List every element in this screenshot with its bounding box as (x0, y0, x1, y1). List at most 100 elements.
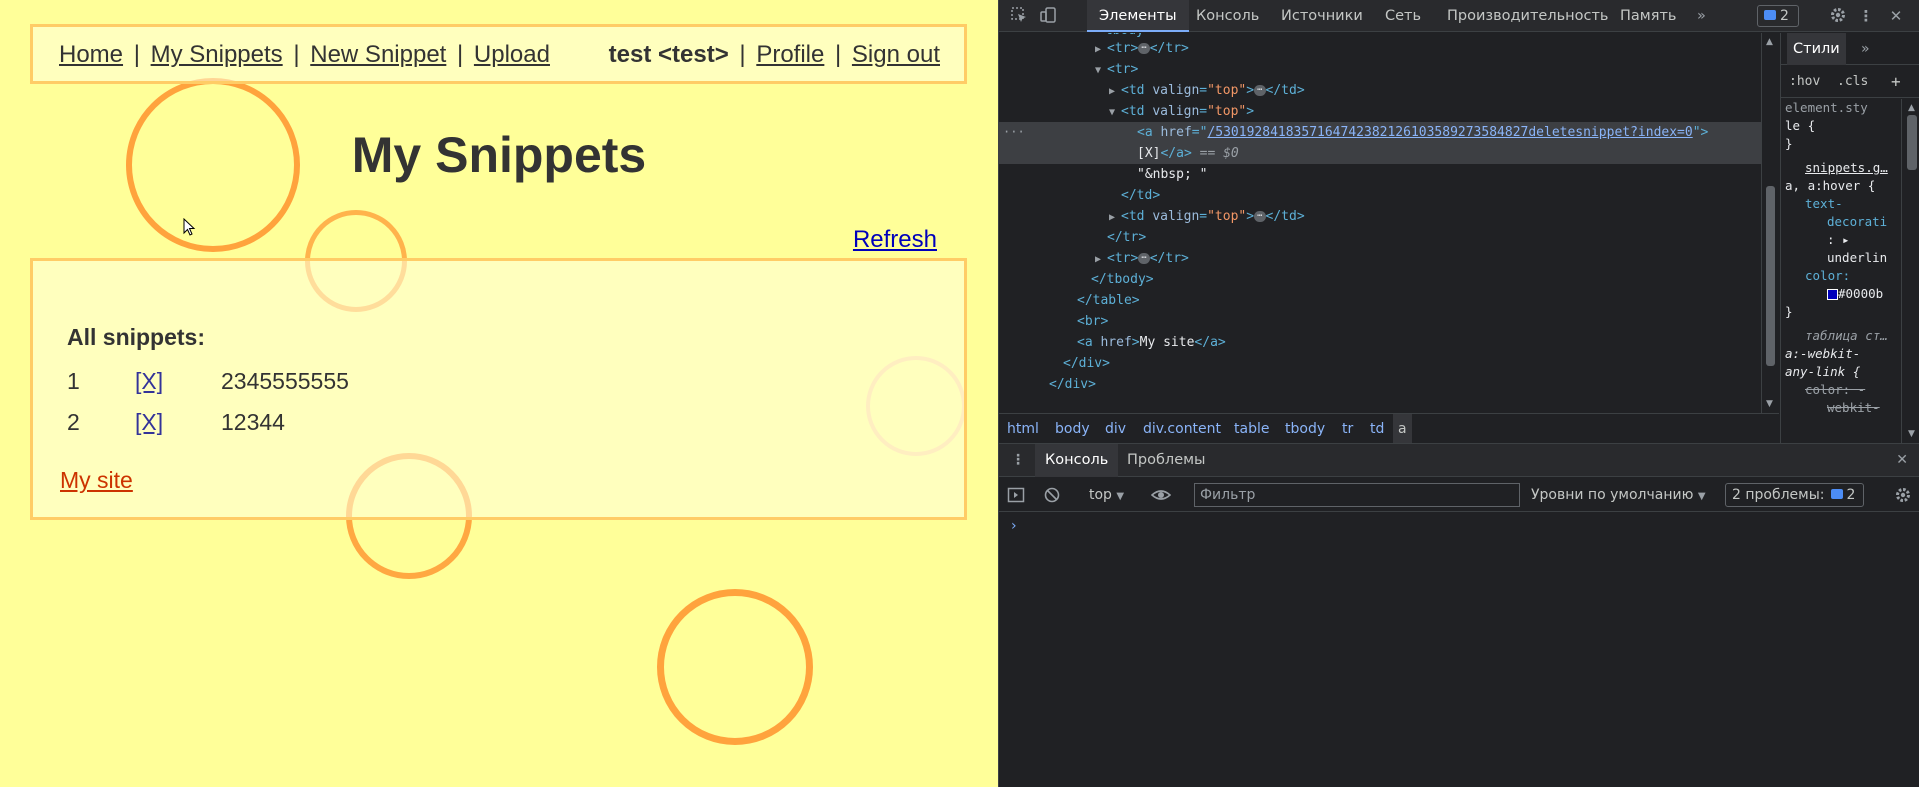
snippet-text: 2345555555 (221, 368, 349, 394)
drawer-menu-icon[interactable]: ⋮ (1011, 444, 1025, 477)
tab-memory[interactable]: Память (1608, 0, 1688, 32)
nav-sign-out-link[interactable]: Sign out (852, 41, 940, 68)
tab-styles[interactable]: Стили (1787, 33, 1846, 65)
collapse-triangle-icon[interactable]: ▼ (1109, 102, 1121, 123)
tab-sources[interactable]: Источники (1269, 0, 1375, 32)
scroll-up-icon[interactable]: ▲ (1908, 103, 1915, 113)
my-site-link[interactable]: My site (60, 467, 133, 494)
nav-upload-link[interactable]: Upload (474, 41, 550, 68)
more-panes-button[interactable]: » (1861, 33, 1870, 65)
nav-profile-link[interactable]: Profile (756, 41, 824, 68)
context-selector[interactable]: top ▼ (1089, 478, 1124, 514)
breadcrumb-item[interactable]: td (1370, 414, 1384, 444)
dropdown-arrow-icon: ▼ (1116, 491, 1125, 502)
dom-node[interactable]: </div> (999, 374, 1761, 395)
scroll-up-icon[interactable]: ▲ (1766, 37, 1773, 47)
close-drawer-icon[interactable]: ✕ (1896, 444, 1908, 477)
dom-tree: <tbody> ▶<tr>⋯</tr> ▼<tr> ▶<td valign="t… (999, 33, 1761, 413)
table-row: 1 [X] 2345555555 (67, 361, 349, 402)
add-rule-button[interactable]: + (1891, 66, 1901, 98)
console-settings-gear-icon[interactable] (1894, 486, 1912, 508)
refresh-link[interactable]: Refresh (853, 226, 937, 254)
expand-triangle-icon[interactable]: ▶ (1109, 81, 1121, 102)
styles-rules: element.sty le { } snippets.g… a, a:hove… (1785, 99, 1901, 417)
nav-separator: | (133, 41, 140, 68)
href-link[interactable]: /530192841835716474238212610358927358482… (1207, 125, 1692, 140)
close-devtools-icon[interactable]: ✕ (1886, 6, 1906, 26)
nav-home-link[interactable]: Home (59, 41, 123, 68)
tab-console[interactable]: Консоль (1184, 0, 1271, 32)
styles-toolbar: :hov .cls + (1781, 66, 1919, 98)
dom-text-node[interactable]: "&nbsp; " (999, 164, 1761, 185)
expand-triangle-icon[interactable]: ▶ (1095, 39, 1107, 60)
color-swatch[interactable] (1827, 289, 1838, 300)
dom-node[interactable]: ▶ <tr> ⋯ </tr> (999, 38, 1761, 59)
dom-node[interactable]: </tr> (999, 227, 1761, 248)
clear-console-icon[interactable] (1043, 486, 1061, 508)
hover-state-toggle[interactable]: :hov (1789, 66, 1820, 98)
tab-elements[interactable]: Элементы (1087, 0, 1189, 32)
devtools-panel: Элементы Консоль Источники Сеть Производ… (998, 0, 1919, 787)
dom-node[interactable]: </td> (999, 185, 1761, 206)
current-user-label: test <test> (608, 41, 729, 68)
breadcrumb-item[interactable]: table (1234, 414, 1269, 444)
dom-tree-scrollbar[interactable]: ▲ ▼ (1761, 33, 1779, 413)
page-title: My Snippets (351, 127, 647, 183)
mouse-cursor-icon (183, 218, 196, 236)
dom-node[interactable]: ▼ <tr> (999, 59, 1761, 80)
device-toolbar-icon[interactable] (1039, 6, 1059, 26)
dom-node[interactable]: ▶ <td valign="top"> ⋯ </td> (999, 80, 1761, 101)
tab-network[interactable]: Сеть (1373, 0, 1433, 32)
dom-node[interactable]: </tbody> (999, 269, 1761, 290)
breadcrumb-item[interactable]: tr (1342, 414, 1353, 444)
tab-problems[interactable]: Проблемы (1117, 444, 1216, 477)
dom-node[interactable]: </div> (999, 353, 1761, 374)
scrollbar-thumb[interactable] (1907, 115, 1917, 170)
scroll-down-icon[interactable]: ▼ (1766, 399, 1773, 409)
nav-new-snippet-link[interactable]: New Snippet (310, 41, 446, 68)
log-levels-dropdown[interactable]: Уровни по умолчанию ▼ (1531, 478, 1706, 514)
console-filter-input[interactable]: Фильтр (1194, 483, 1520, 507)
eye-icon[interactable] (1150, 486, 1172, 508)
scroll-down-icon[interactable]: ▼ (1908, 429, 1915, 439)
nav-my-snippets-link[interactable]: My Snippets (151, 41, 283, 68)
dom-node[interactable]: </table> (999, 290, 1761, 311)
nav-separator: | (835, 41, 842, 68)
issues-badge[interactable]: 2 (1757, 5, 1799, 27)
dom-node[interactable]: ▶ <td valign="top"> ⋯ </td> (999, 206, 1761, 227)
more-actions-icon[interactable]: ··· (1003, 122, 1025, 143)
delete-snippet-link[interactable]: [X] (135, 409, 163, 435)
styles-scrollbar[interactable]: ▲ ▼ (1901, 99, 1919, 443)
issues-counter-button[interactable]: 2 проблемы: 2 (1725, 483, 1865, 507)
dom-node[interactable]: <br> (999, 311, 1761, 332)
snippet-text: 12344 (221, 409, 285, 435)
class-toggle[interactable]: .cls (1837, 66, 1868, 98)
expand-triangle-icon[interactable]: ▶ (1095, 249, 1107, 270)
breadcrumb-item[interactable]: html (1007, 414, 1039, 444)
scrollbar-thumb[interactable] (1766, 186, 1775, 366)
sidebar-toggle-icon[interactable] (1007, 486, 1025, 508)
snippet-index: 2 (67, 409, 80, 435)
breadcrumb-item-active[interactable]: a (1393, 414, 1412, 444)
collapse-triangle-icon[interactable]: ▼ (1095, 60, 1107, 81)
all-snippets-heading: All snippets: (67, 324, 206, 350)
dom-node-selected[interactable]: ··· <a href="/53019284183571647423821261… (999, 122, 1761, 164)
kebab-menu-icon[interactable]: ⋮ (1856, 6, 1876, 26)
tab-drawer-console[interactable]: Консоль (1035, 444, 1119, 477)
inspect-element-icon[interactable] (1009, 6, 1029, 26)
breadcrumb-item[interactable]: tbody (1285, 414, 1325, 444)
style-source-link[interactable]: snippets.g… (1785, 159, 1901, 177)
delete-snippet-link[interactable]: [X] (135, 368, 163, 394)
breadcrumb-item[interactable]: body (1055, 414, 1090, 444)
breadcrumb-item[interactable]: div.content (1143, 414, 1221, 444)
expand-triangle-icon[interactable]: ▶ (1109, 207, 1121, 228)
more-tabs-button[interactable]: » (1685, 0, 1718, 32)
console-prompt[interactable]: › (1011, 518, 1017, 534)
dom-node[interactable]: <a href>My site</a> (999, 332, 1761, 353)
tab-performance[interactable]: Производительность (1435, 0, 1620, 32)
breadcrumb-item[interactable]: div (1105, 414, 1126, 444)
settings-gear-icon[interactable] (1828, 6, 1848, 26)
dom-node[interactable]: ▼ <td valign="top"> (999, 101, 1761, 122)
breadcrumb: html body div div.content table tbody tr… (999, 413, 1779, 444)
dom-node[interactable]: ▶ <tr> ⋯ </tr> (999, 248, 1761, 269)
